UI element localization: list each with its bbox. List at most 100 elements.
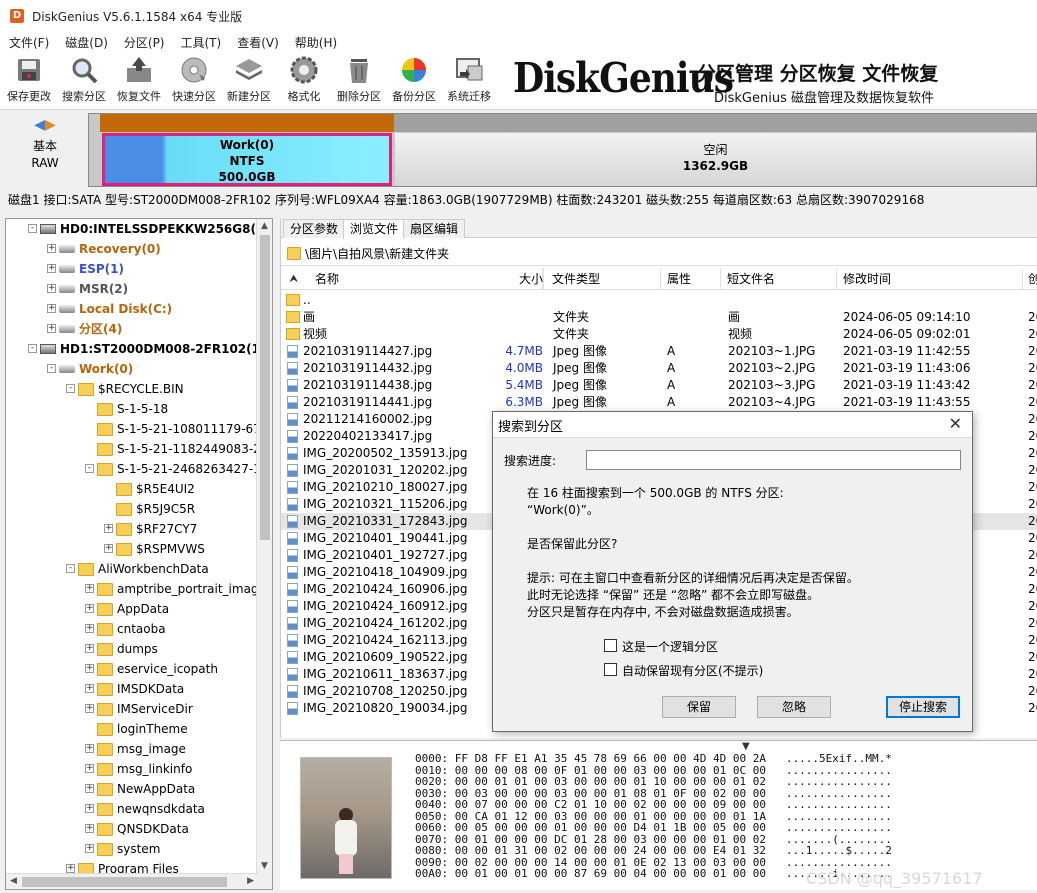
recover-files-button[interactable]: 恢复文件 [112, 56, 166, 106]
tree-item[interactable]: - S-1-5-21-2468263427-144 [6, 459, 272, 479]
expand-icon[interactable]: + [47, 264, 56, 273]
tree-item[interactable]: - $RECYCLE.BIN [6, 379, 256, 399]
expand-icon[interactable]: + [85, 644, 94, 653]
tree-item[interactable]: + NewAppData [6, 779, 256, 799]
tree-item[interactable]: - AliWorkbenchData [6, 559, 256, 579]
expand-icon[interactable]: + [47, 324, 56, 333]
tree-item[interactable]: + MSR(2) [6, 279, 256, 299]
tree-horizontal-scrollbar[interactable]: ◀ ▶ [6, 873, 258, 889]
expand-icon[interactable]: + [85, 764, 94, 773]
expand-icon[interactable]: + [85, 584, 94, 593]
tree-item[interactable]: + msg_image [6, 739, 256, 759]
scroll-down-icon[interactable]: ▼ [261, 861, 268, 871]
backup-partition-button[interactable]: 备份分区 [387, 56, 441, 106]
system-migration-button[interactable]: 系统迁移 [442, 56, 496, 106]
tree-item[interactable]: + Local Disk(C:) [6, 299, 256, 319]
menu-help[interactable]: 帮助(H) [286, 34, 344, 51]
expand-icon[interactable]: + [104, 544, 113, 553]
quick-partition-button[interactable]: 快速分区 [167, 56, 221, 106]
tab-browse-files[interactable]: 浏览文件 [343, 219, 406, 239]
save-changes-button[interactable]: 保存更改 [2, 56, 56, 106]
expand-icon[interactable]: + [66, 864, 75, 873]
tree-item[interactable]: + AppData [6, 599, 256, 619]
tree-item[interactable]: - HD0:INTELSSDPEKKW256G8(238G [6, 219, 272, 239]
collapse-icon[interactable]: - [28, 224, 37, 233]
delete-partition-button[interactable]: 删除分区 [332, 56, 386, 106]
tree-item[interactable]: + IMServiceDir [6, 699, 256, 719]
tree-item[interactable]: + ESP(1) [6, 259, 256, 279]
tree-item[interactable]: + IMSDKData [6, 679, 256, 699]
tree-item[interactable]: S-1-5-21-108011179-6753 [6, 419, 272, 439]
col-attr-header[interactable]: 属性 [661, 268, 721, 290]
keep-button[interactable]: 保留 [662, 696, 736, 718]
tree-item[interactable]: + 分区(4) [6, 319, 256, 339]
col-type-header[interactable]: 文件类型 [547, 268, 661, 290]
tree-item[interactable]: + msg_linkinfo [6, 759, 256, 779]
col-modified-header[interactable]: 修改时间 [837, 268, 1023, 290]
tree-item[interactable]: + cntaoba [6, 619, 256, 639]
next-disk-icon[interactable]: ▶ [45, 117, 56, 133]
tree-item[interactable]: + Recovery(0) [6, 239, 256, 259]
tree-item[interactable]: + eservice_icopath [6, 659, 256, 679]
tab-sector-editor[interactable]: 扇区编辑 [403, 219, 466, 238]
tree-item[interactable]: + dumps [6, 639, 256, 659]
tree-item[interactable]: - Work(0) [6, 359, 256, 379]
format-button[interactable]: 格式化 [277, 56, 331, 106]
expand-icon[interactable]: + [85, 744, 94, 753]
file-row[interactable]: 画 文件夹 画 2024-06-05 09:14:10 20 [281, 309, 1037, 326]
expand-icon[interactable]: + [85, 704, 94, 713]
expand-icon[interactable]: + [85, 804, 94, 813]
free-space-block[interactable]: 空闲 1362.9GB [395, 133, 1036, 186]
menu-partition[interactable]: 分区(P) [115, 34, 172, 51]
menu-view[interactable]: 查看(V) [228, 34, 286, 51]
expand-icon[interactable]: + [47, 244, 56, 253]
scroll-right-icon[interactable]: ▶ [247, 876, 254, 886]
scroll-up-icon[interactable]: ▲ [261, 221, 268, 231]
tree-item[interactable]: + newqnsdkdata [6, 799, 256, 819]
tree-item[interactable]: + system [6, 839, 256, 859]
search-partition-button[interactable]: 搜索分区 [57, 56, 111, 106]
tree-item[interactable]: + QNSDKData [6, 819, 256, 839]
file-row[interactable]: 20210319114432.jpg 4.0MB Jpeg 图像 A 202103~2.… [281, 360, 1037, 377]
col-shortname-header[interactable]: 短文件名 [721, 268, 837, 290]
col-size-header[interactable]: 大小 [489, 268, 545, 290]
file-row[interactable]: .. [281, 292, 1037, 309]
menu-disk[interactable]: 磁盘(D) [56, 34, 115, 51]
collapse-icon[interactable]: - [28, 344, 37, 353]
collapse-icon[interactable]: - [66, 384, 75, 393]
logical-partition-checkbox[interactable] [604, 639, 617, 652]
tree-vertical-scrollbar[interactable]: ▲ ▼ [256, 219, 272, 889]
expand-icon[interactable]: + [85, 844, 94, 853]
file-row[interactable]: 20210319114427.jpg 4.7MB Jpeg 图像 A 202103~1.… [281, 343, 1037, 360]
disk-nav-arrows[interactable]: ◀▶ [6, 117, 84, 133]
tree-item[interactable]: - HD1:ST2000DM008-2FR102(1863G [6, 339, 272, 359]
tree-item[interactable]: $R5J9C5R [6, 499, 256, 519]
tree-item[interactable]: loginTheme [6, 719, 256, 739]
ignore-button[interactable]: 忽略 [757, 696, 831, 718]
expand-icon[interactable]: + [47, 304, 56, 313]
tree-hscroll-thumb[interactable] [22, 877, 227, 887]
splitter-collapse-icon[interactable]: ▼ [742, 741, 750, 752]
collapse-icon[interactable]: - [66, 564, 75, 573]
prev-disk-icon[interactable]: ◀ [34, 117, 45, 133]
tab-partition-params[interactable]: 分区参数 [283, 219, 346, 238]
new-partition-button[interactable]: 新建分区 [222, 56, 276, 106]
stop-search-button[interactable]: 停止搜索 [886, 696, 960, 718]
file-row[interactable]: 20210319114438.jpg 5.4MB Jpeg 图像 A 202103~3.… [281, 377, 1037, 394]
expand-icon[interactable]: + [104, 524, 113, 533]
expand-icon[interactable]: + [85, 684, 94, 693]
expand-icon[interactable]: + [85, 624, 94, 633]
file-row[interactable]: 视频 文件夹 视频 2024-06-05 09:02:01 20 [281, 326, 1037, 343]
expand-icon[interactable]: + [85, 784, 94, 793]
tree-item[interactable]: S-1-5-21-1182449083-273 [6, 439, 272, 459]
tree-item[interactable]: + $RF27CY7 [6, 519, 256, 539]
expand-icon[interactable]: + [85, 664, 94, 673]
collapse-icon[interactable]: - [85, 464, 94, 473]
menu-tools[interactable]: 工具(T) [172, 34, 229, 51]
collapse-icon[interactable]: - [47, 364, 56, 373]
partition-block-work[interactable]: Work(0) NTFS 500.0GB [102, 133, 392, 186]
tree-item[interactable]: + $RSPMVWS [6, 539, 256, 559]
file-row[interactable]: 20210319114441.jpg 6.3MB Jpeg 图像 A 202103~4.… [281, 394, 1037, 411]
expand-icon[interactable]: + [85, 824, 94, 833]
tree-item[interactable]: S-1-5-18 [6, 399, 256, 419]
